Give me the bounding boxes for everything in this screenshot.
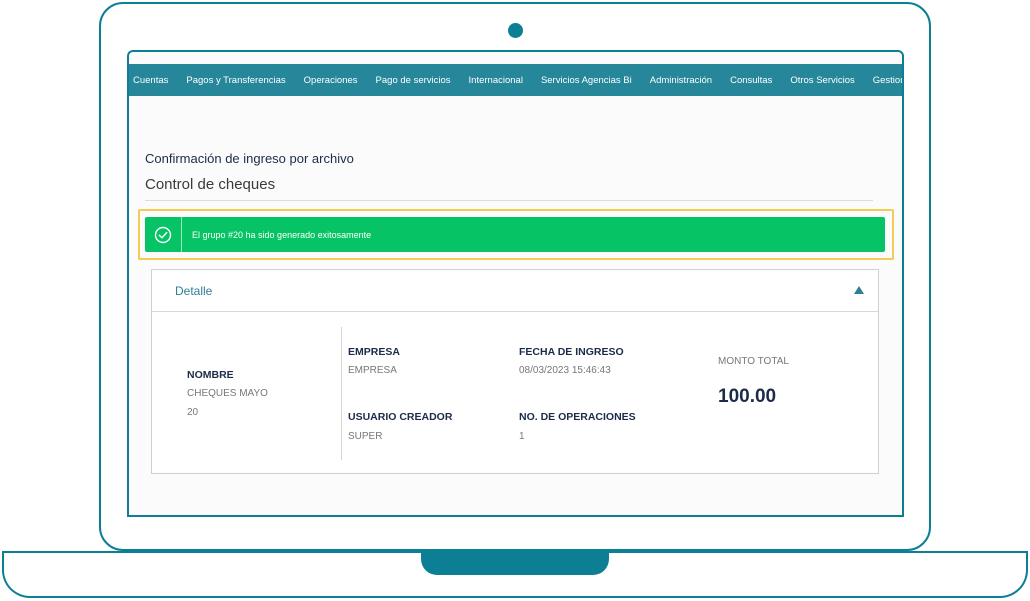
nav-item-internacional[interactable]: Internacional (460, 75, 532, 86)
collapse-arrow-icon[interactable] (854, 286, 864, 294)
page-title: Confirmación de ingreso por archivo (145, 151, 354, 166)
fecha-ingreso-value: 08/03/2023 15:46:43 (519, 365, 611, 376)
nombre-label: NOMBRE (187, 369, 234, 381)
nav-item-operaciones[interactable]: Operaciones (295, 75, 367, 86)
laptop-notch (421, 553, 609, 575)
detail-panel-title: Detalle (175, 284, 213, 298)
column-divider (341, 327, 342, 460)
nav-item-pago-servicios[interactable]: Pago de servicios (367, 75, 460, 86)
check-circle-icon (145, 217, 182, 252)
nombre-value: CHEQUES MAYO (187, 388, 268, 399)
usuario-creador-label: USUARIO CREADOR (348, 411, 453, 423)
nav-item-pagos-transferencias[interactable]: Pagos y Transferencias (177, 75, 294, 86)
monto-total-label: MONTO TOTAL (718, 356, 789, 367)
operaciones-value: 1 (519, 431, 525, 442)
nav-item-servicios-agencias[interactable]: Servicios Agencias Bi (532, 75, 641, 86)
alert-message: El grupo #20 ha sido generado exitosamen… (192, 229, 372, 240)
page-subtitle: Control de cheques (145, 176, 276, 193)
detail-panel-header[interactable]: Detalle (152, 270, 878, 312)
detail-panel: Detalle NOMBRE CHEQUES MAYO 20 EMPRESA E… (151, 269, 879, 474)
nav-item-gestiones[interactable]: Gestiones (864, 75, 902, 86)
title-divider (145, 200, 873, 201)
usuario-creador-value: SUPER (348, 431, 383, 442)
fecha-ingreso-label: FECHA DE INGRESO (519, 346, 624, 358)
nav-item-cuentas[interactable]: Cuentas (129, 75, 177, 86)
camera-icon (508, 23, 523, 38)
main-navbar: Cuentas Pagos y Transferencias Operacion… (129, 64, 902, 96)
monto-total-value: 100.00 (718, 386, 777, 407)
empresa-value: EMPRESA (348, 365, 397, 376)
nav-item-administracion[interactable]: Administración (641, 75, 721, 86)
empresa-label: EMPRESA (348, 346, 400, 358)
nombre-id: 20 (187, 407, 199, 418)
success-alert: El grupo #20 ha sido generado exitosamen… (145, 217, 885, 252)
operaciones-label: NO. DE OPERACIONES (519, 411, 636, 423)
nav-item-otros-servicios[interactable]: Otros Servicios (781, 75, 863, 86)
screen: Cuentas Pagos y Transferencias Operacion… (127, 50, 904, 517)
nav-item-consultas[interactable]: Consultas (721, 75, 781, 86)
